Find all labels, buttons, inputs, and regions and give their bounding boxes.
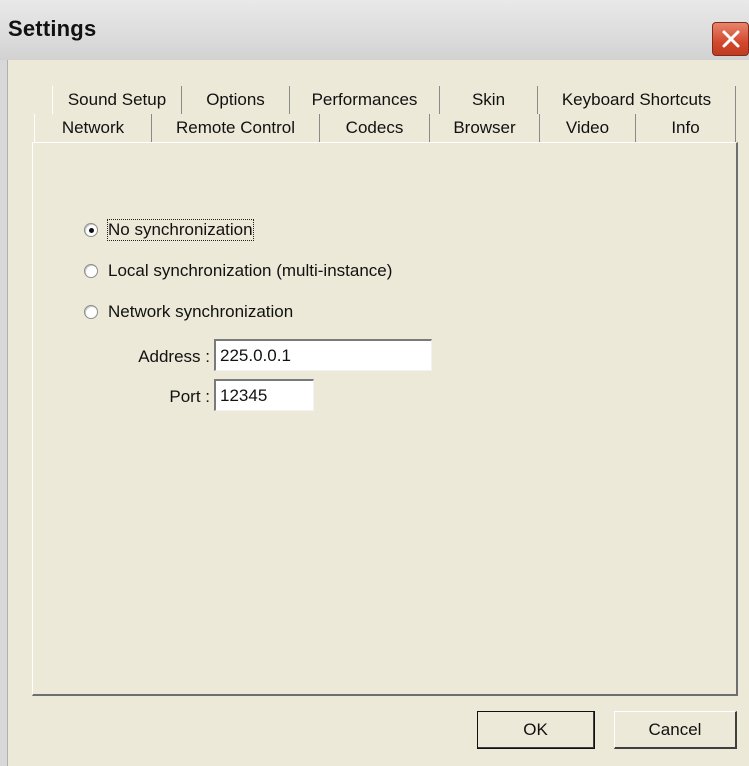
port-input[interactable] <box>214 379 314 411</box>
radio-no-synchronization[interactable]: No synchronization <box>84 219 254 241</box>
address-label: Address : <box>138 347 210 366</box>
cancel-button[interactable]: Cancel <box>614 711 737 749</box>
address-input[interactable] <box>214 339 432 371</box>
tab-keyboard-shortcuts[interactable]: Keyboard Shortcuts <box>538 86 736 114</box>
tab-browser[interactable]: Browser <box>430 114 540 142</box>
tab-performances[interactable]: Performances <box>290 86 440 114</box>
tab-sound-setup[interactable]: Sound Setup <box>52 86 182 114</box>
tab-options[interactable]: Options <box>182 86 290 114</box>
radio-network-synchronization[interactable]: Network synchronization <box>84 302 293 322</box>
radio-local-synchronization[interactable]: Local synchronization (multi-instance) <box>84 261 392 281</box>
radio-button[interactable] <box>84 305 98 319</box>
radio-label: No synchronization <box>107 219 254 241</box>
tab-network[interactable]: Network <box>34 114 152 142</box>
tab-video[interactable]: Video <box>540 114 636 142</box>
radio-label: Network synchronization <box>108 302 294 321</box>
tab-remote-control[interactable]: Remote Control <box>152 114 320 142</box>
close-button[interactable] <box>712 22 749 56</box>
tab-skin[interactable]: Skin <box>440 86 538 114</box>
radio-label: Local synchronization (multi-instance) <box>108 261 393 280</box>
window-title: Settings <box>8 16 97 41</box>
window-frame-left <box>0 60 8 766</box>
ok-button[interactable]: OK <box>477 711 595 749</box>
tab-codecs[interactable]: Codecs <box>320 114 430 142</box>
tab-info[interactable]: Info <box>636 114 736 142</box>
port-label: Port : <box>169 387 210 406</box>
settings-dialog: Settings Sound Setup Options Performance… <box>0 0 749 766</box>
title-bar[interactable]: Settings <box>0 0 749 60</box>
radio-button-checked[interactable] <box>84 223 98 237</box>
radio-button[interactable] <box>84 264 98 278</box>
close-icon <box>722 30 739 48</box>
